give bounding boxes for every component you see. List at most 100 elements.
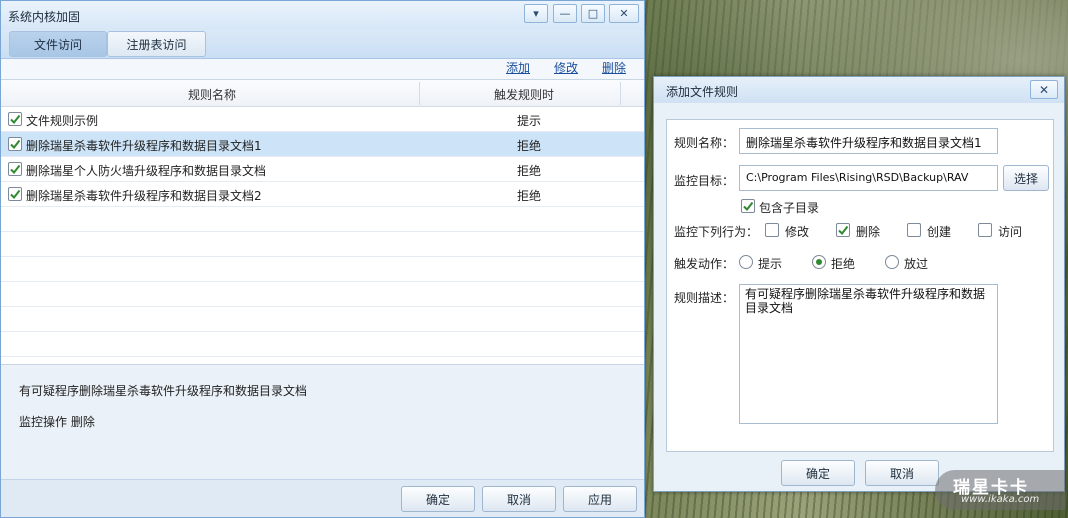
row-checkbox[interactable] [8, 162, 22, 176]
rule-name: 删除瑞星个人防火墙升级程序和数据目录文档 [26, 164, 267, 178]
behavior-delete-label: 删除 [856, 225, 881, 239]
tab-label: 文件访问 [33, 37, 82, 52]
close-icon: ✕ [619, 7, 629, 20]
button-label: 选择 [1013, 171, 1038, 186]
empty-row [1, 232, 644, 257]
include-subdir-label: 包含子目录 [759, 201, 820, 215]
close-button[interactable]: ✕ [609, 4, 639, 23]
empty-row [1, 307, 644, 332]
dialog-title-bar[interactable]: 添加文件规则 ✕ [654, 77, 1064, 103]
column-header-trigger-action[interactable]: 触发规则时 [494, 86, 554, 103]
checkmark-icon [10, 114, 21, 125]
rules-table: 规则名称 触发规则时 文件规则示例 提示 删除瑞星杀毒软件升级程序和数据目录文档… [1, 79, 644, 364]
behavior-create-label: 创建 [927, 225, 952, 239]
maximize-button[interactable]: □ [581, 4, 605, 23]
action-deny-label: 拒绝 [831, 257, 856, 271]
cancel-button[interactable]: 取消 [482, 486, 556, 512]
add-rule-link[interactable]: 添加 [506, 59, 530, 76]
tab-bar: 文件访问 注册表访问 [1, 30, 644, 59]
rule-action: 拒绝 [516, 139, 541, 153]
rule-action: 拒绝 [516, 189, 541, 203]
button-label: 取消 [506, 492, 531, 507]
row-checkbox[interactable] [8, 112, 22, 126]
minimize-icon: — [559, 7, 571, 20]
footer-bar: 确定 取消 应用 [1, 479, 644, 517]
button-label: 应用 [587, 492, 612, 507]
rule-name: 删除瑞星杀毒软件升级程序和数据目录文档2 [26, 189, 262, 203]
action-allow-label: 放过 [904, 257, 929, 271]
rule-name-input[interactable]: 删除瑞星杀毒软件升级程序和数据目录文档1 [739, 128, 998, 154]
window-title: 系统内核加固 [8, 10, 81, 24]
checkmark-icon [838, 225, 849, 236]
close-icon: ✕ [1038, 82, 1050, 97]
modify-rule-link[interactable]: 修改 [554, 59, 578, 76]
minimize-button[interactable]: — [553, 4, 577, 23]
monitor-behavior-label: 监控下列行为： [674, 225, 759, 239]
menu-dropdown-button[interactable]: ▾ [524, 4, 548, 23]
behavior-modify-checkbox[interactable] [765, 223, 779, 237]
delete-rule-link[interactable]: 删除 [602, 59, 626, 76]
checkmark-icon [743, 201, 754, 212]
kernel-hardening-window: 系统内核加固 ▾ — □ ✕ 文件访问 注册表访问 添加 修改 删除 规则名称 … [0, 0, 645, 518]
tab-registry-access[interactable]: 注册表访问 [107, 31, 206, 57]
monitor-operation-text: 监控操作 删除 [19, 415, 95, 429]
table-row[interactable]: 删除瑞星杀毒软件升级程序和数据目录文档1 拒绝 [1, 132, 644, 157]
row-checkbox[interactable] [8, 187, 22, 201]
rule-description-area: 有可疑程序删除瑞星杀毒软件升级程序和数据目录文档 监控操作 删除 [1, 364, 644, 479]
watermark-url: www.ikaka.com [961, 494, 1040, 505]
button-label: 取消 [889, 466, 914, 481]
monitor-target-input[interactable]: C:\Program Files\Rising\RSD\Backup\RAV [739, 165, 998, 191]
empty-row [1, 282, 644, 307]
action-deny-radio[interactable] [812, 255, 826, 269]
monitor-target-label: 监控目标： [674, 174, 735, 188]
behavior-delete-checkbox[interactable] [836, 223, 850, 237]
apply-button[interactable]: 应用 [563, 486, 637, 512]
maximize-icon: □ [587, 7, 599, 20]
trigger-action-label: 触发动作： [674, 257, 735, 271]
action-prompt-radio[interactable] [739, 255, 753, 269]
rule-action: 拒绝 [516, 164, 541, 178]
table-header: 规则名称 触发规则时 [1, 80, 644, 107]
button-label: 确定 [425, 492, 450, 507]
menu-down-icon: ▾ [533, 7, 539, 20]
rule-description-textarea[interactable]: 有可疑程序删除瑞星杀毒软件升级程序和数据目录文档 [739, 284, 998, 424]
rule-description-text: 有可疑程序删除瑞星杀毒软件升级程序和数据目录文档 [19, 384, 308, 398]
action-prompt-label: 提示 [758, 257, 783, 271]
select-target-button[interactable]: 选择 [1003, 165, 1049, 191]
tab-label: 注册表访问 [126, 37, 187, 52]
table-row[interactable]: 删除瑞星杀毒软件升级程序和数据目录文档2 拒绝 [1, 182, 644, 207]
table-row[interactable]: 文件规则示例 提示 [1, 107, 644, 132]
column-divider[interactable] [419, 82, 420, 105]
add-file-rule-dialog: 添加文件规则 ✕ 规则名称： 删除瑞星杀毒软件升级程序和数据目录文档1 监控目标… [653, 76, 1065, 492]
empty-row [1, 207, 644, 232]
rule-name: 删除瑞星杀毒软件升级程序和数据目录文档1 [26, 139, 262, 153]
behavior-modify-label: 修改 [785, 225, 810, 239]
checkmark-icon [10, 139, 21, 150]
empty-row [1, 257, 644, 282]
ok-button[interactable]: 确定 [401, 486, 475, 512]
column-divider[interactable] [620, 82, 621, 105]
rule-description-label: 规则描述： [674, 291, 735, 305]
checkmark-icon [10, 164, 21, 175]
dialog-close-button[interactable]: ✕ [1030, 80, 1058, 99]
column-header-rule-name[interactable]: 规则名称 [188, 86, 236, 103]
dialog-ok-button[interactable]: 确定 [781, 460, 855, 486]
rule-name-label: 规则名称： [674, 136, 735, 150]
rule-action: 提示 [516, 114, 541, 128]
behavior-create-checkbox[interactable] [907, 223, 921, 237]
title-bar[interactable]: 系统内核加固 ▾ — □ ✕ [1, 1, 644, 30]
dialog-title: 添加文件规则 [666, 85, 739, 99]
radio-selected-dot [816, 259, 822, 265]
rule-name: 文件规则示例 [26, 114, 99, 128]
behavior-access-label: 访问 [998, 225, 1023, 239]
button-label: 确定 [805, 466, 830, 481]
behavior-access-checkbox[interactable] [978, 223, 992, 237]
dialog-cancel-button[interactable]: 取消 [865, 460, 939, 486]
include-subdir-checkbox[interactable] [741, 199, 755, 213]
row-checkbox[interactable] [8, 137, 22, 151]
tab-file-access[interactable]: 文件访问 [9, 31, 107, 57]
action-allow-radio[interactable] [885, 255, 899, 269]
checkmark-icon [10, 189, 21, 200]
table-row[interactable]: 删除瑞星个人防火墙升级程序和数据目录文档 拒绝 [1, 157, 644, 182]
empty-row [1, 332, 644, 357]
